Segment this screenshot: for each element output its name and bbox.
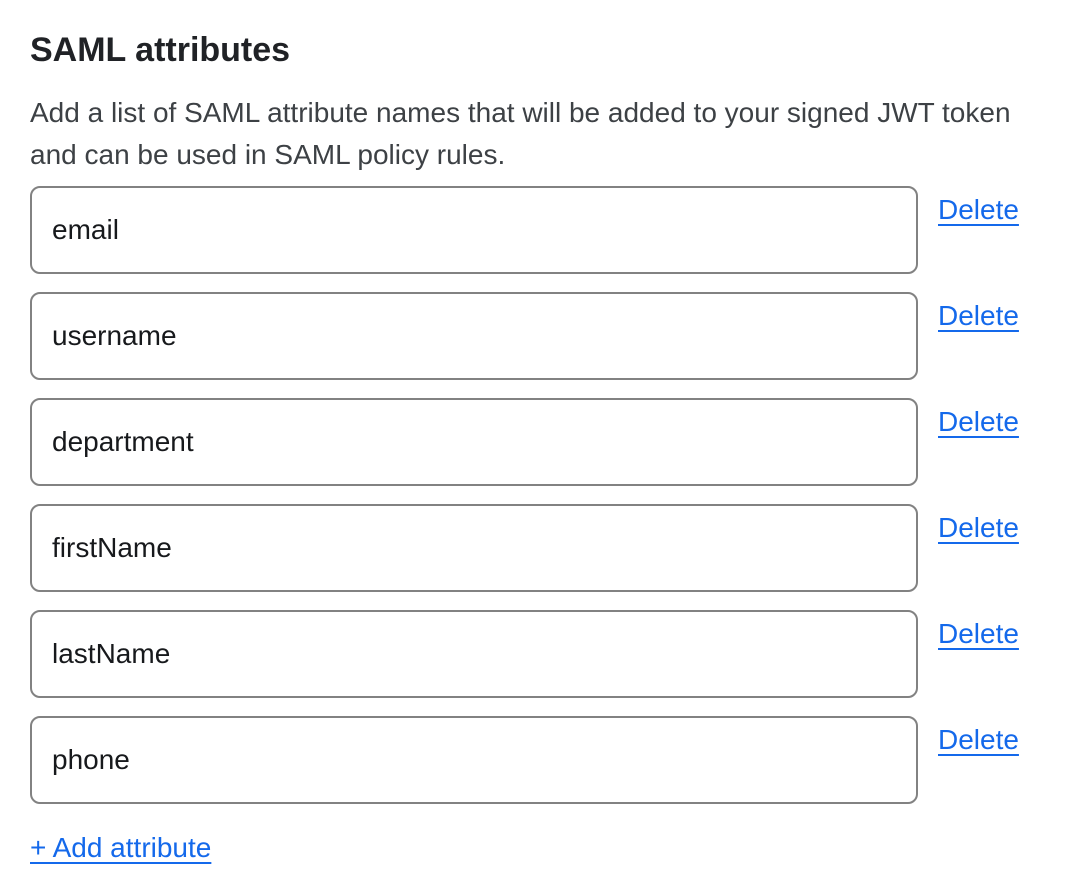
delete-attribute-link[interactable]: Delete (938, 300, 1019, 332)
delete-attribute-link[interactable]: Delete (938, 194, 1019, 226)
add-attribute-link[interactable]: + Add attribute (30, 832, 211, 864)
delete-attribute-link[interactable]: Delete (938, 618, 1019, 650)
section-description: Add a list of SAML attribute names that … (30, 92, 1050, 176)
delete-attribute-link[interactable]: Delete (938, 724, 1019, 756)
attribute-row: Delete (30, 610, 1066, 698)
attribute-row: Delete (30, 186, 1066, 274)
attribute-input-username[interactable] (30, 292, 918, 380)
attribute-input-firstname[interactable] (30, 504, 918, 592)
attribute-row: Delete (30, 398, 1066, 486)
saml-attributes-section: SAML attributes Add a list of SAML attri… (0, 0, 1066, 864)
attribute-input-department[interactable] (30, 398, 918, 486)
attribute-input-phone[interactable] (30, 716, 918, 804)
attribute-input-lastname[interactable] (30, 610, 918, 698)
delete-attribute-link[interactable]: Delete (938, 512, 1019, 544)
attribute-list: Delete Delete Delete Delete Delete Delet (30, 186, 1066, 804)
section-title: SAML attributes (30, 30, 1066, 71)
attribute-row: Delete (30, 292, 1066, 380)
attribute-row: Delete (30, 716, 1066, 804)
saml-attributes-page: SAML attributes Add a list of SAML attri… (0, 0, 1066, 886)
attribute-row: Delete (30, 504, 1066, 592)
attribute-input-email[interactable] (30, 186, 918, 274)
delete-attribute-link[interactable]: Delete (938, 406, 1019, 438)
